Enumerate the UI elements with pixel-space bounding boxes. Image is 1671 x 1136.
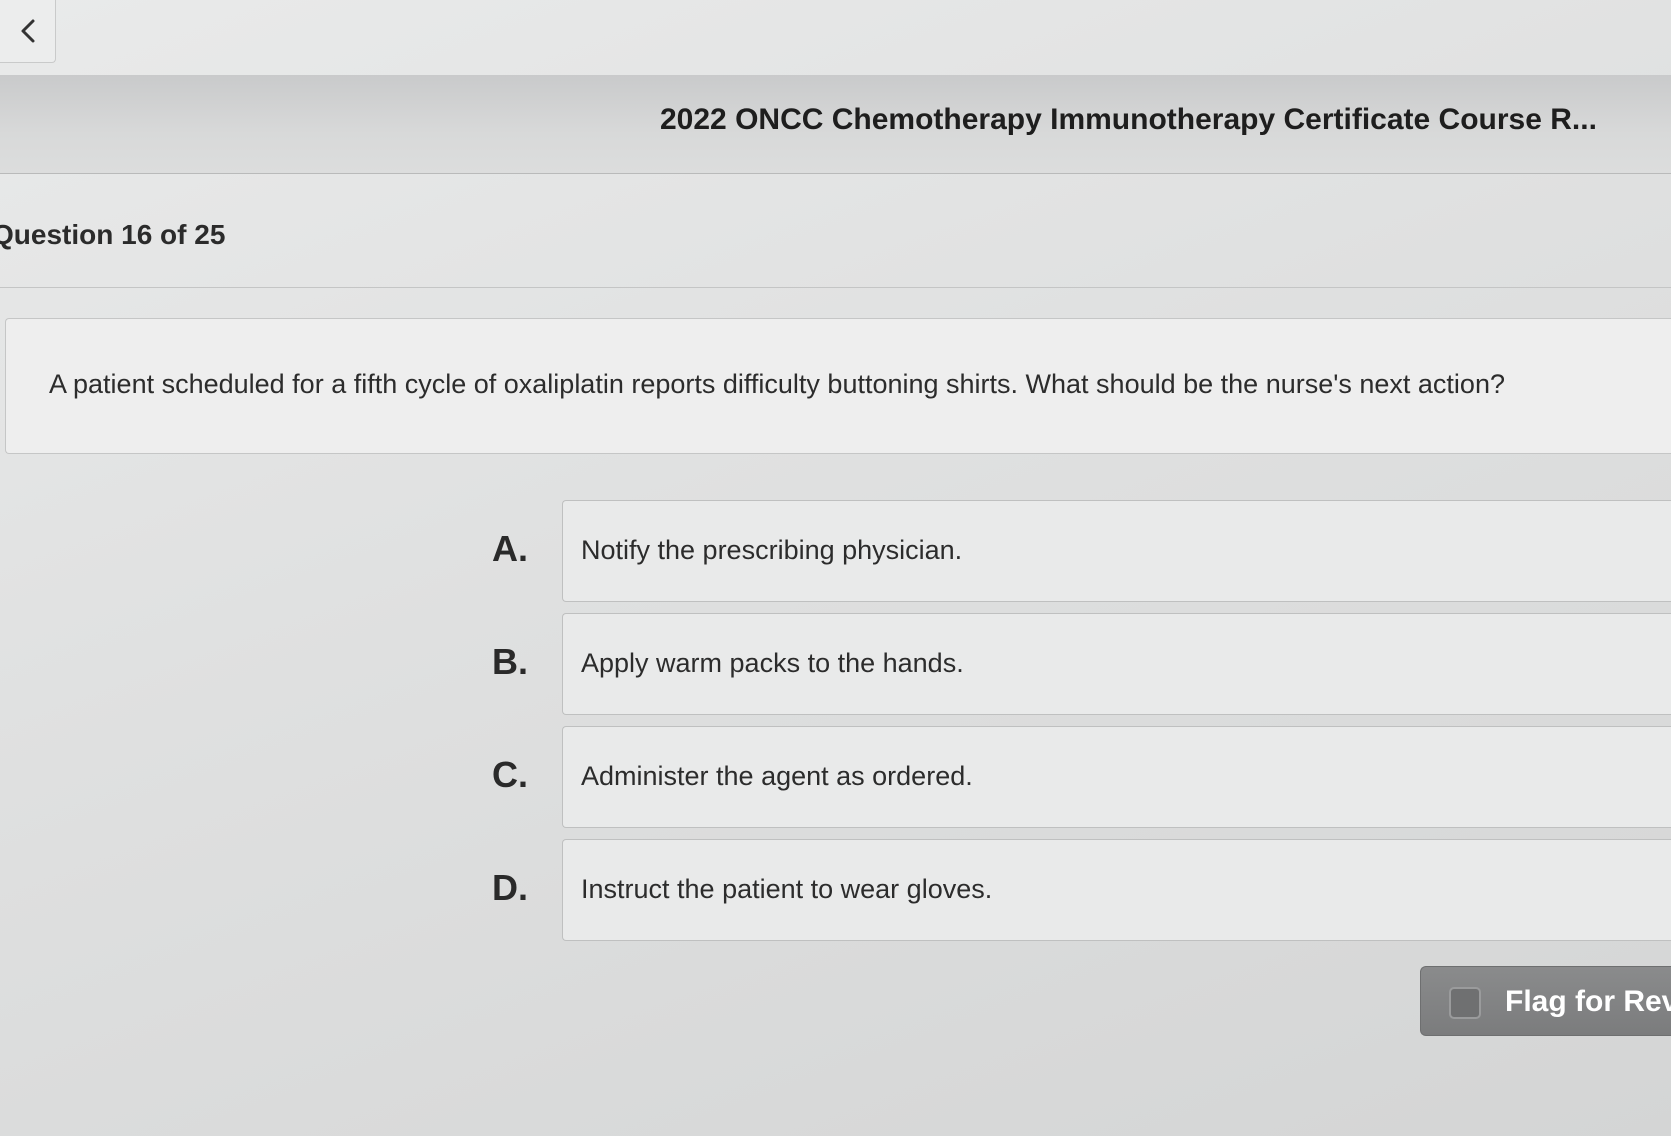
answer-option-a[interactable]: A. Notify the prescribing physician. <box>480 500 1671 602</box>
option-box[interactable]: Instruct the patient to wear gloves. <box>562 839 1671 941</box>
option-box[interactable]: Apply warm packs to the hands. <box>562 613 1671 715</box>
option-box[interactable]: Administer the agent as ordered. <box>562 726 1671 828</box>
flag-checkbox[interactable] <box>1449 987 1481 1019</box>
flag-for-review-button[interactable]: Flag for Rev <box>1420 966 1671 1036</box>
header-bar: 2022 ONCC Chemotherapy Immunotherapy Cer… <box>0 75 1671 174</box>
flag-label: Flag for Rev <box>1505 985 1671 1018</box>
question-text: A patient scheduled for a fifth cycle of… <box>49 369 1505 399</box>
answer-option-c[interactable]: C. Administer the agent as ordered. <box>480 726 1671 828</box>
question-counter: Question 16 of 25 <box>0 219 226 250</box>
option-text: Administer the agent as ordered. <box>581 761 973 791</box>
chevron-left-icon <box>18 17 38 45</box>
option-letter: D. <box>492 867 528 908</box>
answer-option-d[interactable]: D. Instruct the patient to wear gloves. <box>480 839 1671 941</box>
question-counter-bar: Question 16 of 25 <box>0 175 1671 288</box>
option-letter: C. <box>492 754 528 795</box>
course-title: 2022 ONCC Chemotherapy Immunotherapy Cer… <box>660 103 1597 136</box>
option-box[interactable]: Notify the prescribing physician. <box>562 500 1671 602</box>
question-box: A patient scheduled for a fifth cycle of… <box>5 318 1671 454</box>
option-text: Apply warm packs to the hands. <box>581 648 964 678</box>
option-text: Instruct the patient to wear gloves. <box>581 874 993 904</box>
option-letter: B. <box>492 641 528 682</box>
option-text: Notify the prescribing physician. <box>581 535 963 565</box>
answer-option-b[interactable]: B. Apply warm packs to the hands. <box>480 613 1671 715</box>
option-letter: A. <box>492 528 528 569</box>
back-button[interactable] <box>0 0 56 63</box>
